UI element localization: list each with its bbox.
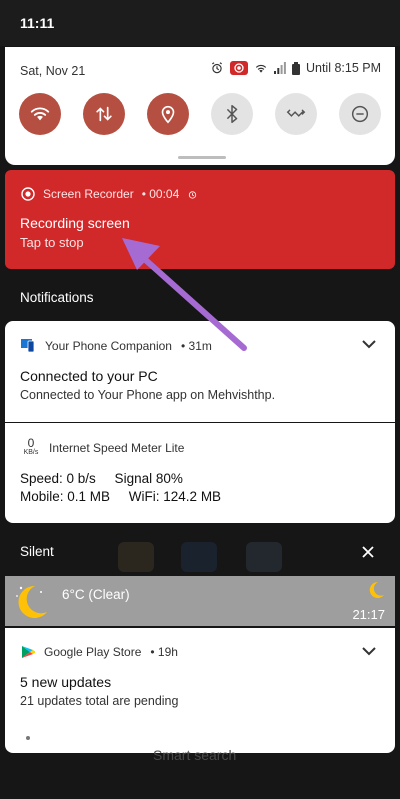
play-store-app-name: Google Play Store xyxy=(44,645,142,659)
qs-system-icons: Until 8:15 PM xyxy=(210,61,381,75)
your-phone-notification[interactable]: Your Phone Companion • 31m Connected to … xyxy=(5,321,395,422)
overflow-dot xyxy=(26,736,30,740)
quick-settings-panel: Sat, Nov 21 Until 8:15 PM xyxy=(5,47,395,165)
bluetooth-icon xyxy=(226,105,238,123)
moon-small-icon xyxy=(369,581,384,598)
speed-meter-app-name: Internet Speed Meter Lite xyxy=(49,441,185,455)
recorder-header: Screen Recorder • 00:04 xyxy=(21,187,198,201)
your-phone-body: Connected to Your Phone app on Mehvishth… xyxy=(20,388,276,402)
play-store-notification[interactable]: Google Play Store • 19h 5 new updates 21… xyxy=(5,628,395,731)
silent-label: Silent xyxy=(20,544,54,559)
your-phone-app-name: Your Phone Companion xyxy=(45,338,172,353)
signal-icon xyxy=(273,62,286,74)
do-not-disturb-icon xyxy=(351,105,369,123)
wifi-icon xyxy=(30,107,50,121)
background-search-text: Smart search xyxy=(153,747,237,763)
chevron-down-icon[interactable] xyxy=(361,339,377,349)
alarm-icon xyxy=(211,62,222,74)
battery-icon xyxy=(291,61,300,75)
qs-tiles xyxy=(19,93,381,135)
auto-rotate-tile[interactable] xyxy=(275,93,317,135)
speed-meter-notification[interactable]: 0 KB/s Internet Speed Meter Lite Speed: … xyxy=(5,423,395,523)
mobile-data-tile[interactable] xyxy=(83,93,125,135)
data-arrows-icon xyxy=(96,106,112,122)
screen-record-status-icon xyxy=(229,61,248,75)
battery-text: Until 8:15 PM xyxy=(305,61,381,75)
alarm-icon xyxy=(189,190,197,199)
weather-time: 21:17 xyxy=(352,607,385,622)
speed-badge-unit: KB/s xyxy=(23,449,39,456)
background-app-icon xyxy=(118,542,154,572)
your-phone-app-icon xyxy=(21,339,35,353)
screen-recorder-notification[interactable]: Screen Recorder • 00:04 Recording screen… xyxy=(5,170,395,269)
moon-icon xyxy=(16,585,47,618)
status-bar: 11:11 xyxy=(0,0,400,46)
recorder-subtitle: Tap to stop xyxy=(20,235,84,250)
auto-rotate-icon xyxy=(286,109,306,117)
chevron-down-icon[interactable] xyxy=(361,646,377,656)
recorder-app-name: Screen Recorder xyxy=(43,187,134,201)
qs-date[interactable]: Sat, Nov 21 xyxy=(20,64,85,78)
background-app-icon xyxy=(181,542,217,572)
play-store-header: Google Play Store • 19h xyxy=(21,645,178,659)
speed-meter-badge: 0 KB/s xyxy=(21,437,41,457)
screen-record-icon xyxy=(21,187,35,201)
do-not-disturb-tile[interactable] xyxy=(339,93,381,135)
wifi-status-icon xyxy=(255,64,267,73)
play-store-icon xyxy=(22,646,35,658)
bluetooth-tile[interactable] xyxy=(211,93,253,135)
close-icon[interactable] xyxy=(362,546,374,558)
wifi-tile[interactable] xyxy=(19,93,61,135)
play-store-title: 5 new updates xyxy=(20,674,112,690)
speed-meter-line1: Speed: 0 b/s Signal 80% xyxy=(20,471,183,486)
play-store-body: 21 updates total are pending xyxy=(20,694,179,708)
location-pin-icon xyxy=(161,105,175,124)
weather-notification[interactable]: 6°C (Clear) 21:17 xyxy=(5,576,395,626)
your-phone-title: Connected to your PC xyxy=(20,368,158,384)
speed-meter-line2: Mobile: 0.1 MB WiFi: 124.2 MB xyxy=(20,489,222,504)
recorder-elapsed: • 00:04 xyxy=(141,187,180,201)
speed-badge-value: 0 xyxy=(27,436,35,450)
qs-drag-handle[interactable] xyxy=(178,156,226,159)
your-phone-time: • 31m xyxy=(180,338,212,353)
background-app-icon xyxy=(246,542,282,572)
location-tile[interactable] xyxy=(147,93,189,135)
recorder-title: Recording screen xyxy=(20,215,130,231)
status-time: 11:11 xyxy=(20,15,55,31)
your-phone-header: Your Phone Companion • 31m xyxy=(21,338,212,353)
notifications-label: Notifications xyxy=(20,290,94,305)
weather-text: 6°C (Clear) xyxy=(62,587,130,602)
play-store-time: • 19h xyxy=(150,645,178,659)
